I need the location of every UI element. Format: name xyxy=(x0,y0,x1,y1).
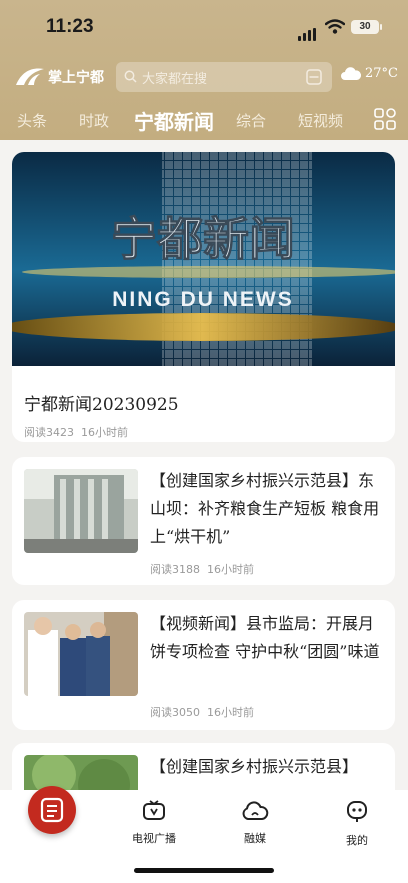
publish-time: 16小时前 xyxy=(81,426,128,439)
app-header: 11:23 30 掌上宁都 大家都在搜 27°C 头条 时政 宁都新闻 综合 短… xyxy=(0,0,408,140)
news-thumbnail xyxy=(24,469,138,553)
hero-title: 宁都新闻20230925 xyxy=(24,395,179,415)
tab-politics[interactable]: 时政 xyxy=(79,110,109,131)
home-button[interactable] xyxy=(28,786,76,834)
profile-icon xyxy=(347,801,367,822)
news-meta: 阅读3050 16小时前 xyxy=(150,704,254,720)
hero-caption-en: NING DU NEWS xyxy=(112,288,294,311)
list-item[interactable]: 【创建国家乡村振兴示范县】 xyxy=(12,743,395,790)
publish-time: 16小时前 xyxy=(207,563,254,576)
channel-tabs: 头条 时政 宁都新闻 综合 短视频 xyxy=(0,104,408,138)
logo-text: 掌上宁都 xyxy=(48,70,104,86)
tv-icon xyxy=(143,800,165,820)
read-count: 阅读3188 xyxy=(150,563,200,576)
app-logo[interactable]: 掌上宁都 xyxy=(14,64,104,90)
nav-media[interactable]: 融媒 xyxy=(225,800,285,846)
publish-time: 16小时前 xyxy=(207,706,254,719)
read-count: 阅读3050 xyxy=(150,706,200,719)
cloud-icon xyxy=(242,801,269,820)
news-thumbnail xyxy=(24,612,138,696)
nav-tv-radio[interactable]: 电视广播 xyxy=(124,800,184,846)
nav-profile[interactable]: 我的 xyxy=(327,800,387,848)
hero-news-card[interactable]: 宁都新闻 NING DU NEWS 宁都新闻20230925 阅读3423 16… xyxy=(12,152,395,442)
search-input[interactable]: 大家都在搜 xyxy=(116,62,332,92)
nav-label: 我的 xyxy=(346,834,368,847)
wifi-icon xyxy=(324,19,346,38)
logo-mark-icon xyxy=(16,68,44,85)
cloud-icon xyxy=(341,67,362,80)
scan-icon[interactable] xyxy=(306,69,322,85)
home-news-icon xyxy=(40,797,64,823)
signal-icon xyxy=(298,22,318,41)
nav-label: 电视广播 xyxy=(132,832,176,845)
list-item[interactable]: 【创建国家乡村振兴示范县】东山坝：补齐粮食生产短板 粮食用上“烘干机” 阅读31… xyxy=(12,457,395,585)
channel-grid-icon[interactable] xyxy=(374,108,396,130)
news-thumbnail xyxy=(24,755,138,790)
news-title: 【创建国家乡村振兴示范县】 xyxy=(150,757,359,776)
home-indicator xyxy=(134,868,274,873)
battery-icon: 30 xyxy=(351,20,382,34)
news-feed: 宁都新闻 NING DU NEWS 宁都新闻20230925 阅读3423 16… xyxy=(0,140,408,790)
list-item[interactable]: 【视频新闻】县市监局：开展月饼专项检查 守护中秋“团圆”味道 阅读3050 16… xyxy=(12,600,395,730)
status-bar: 11:23 30 xyxy=(0,0,408,54)
search-icon xyxy=(124,70,137,83)
news-title: 【视频新闻】县市监局：开展月饼专项检查 守护中秋“团圆”味道 xyxy=(150,614,380,661)
hero-meta: 阅读3423 16小时前 xyxy=(24,424,128,440)
tab-headline[interactable]: 头条 xyxy=(17,110,47,131)
tab-ningdu-news[interactable]: 宁都新闻 xyxy=(134,106,214,135)
tab-short-video[interactable]: 短视频 xyxy=(298,110,343,131)
search-placeholder: 大家都在搜 xyxy=(142,72,208,87)
news-title: 【创建国家乡村振兴示范县】东山坝：补齐粮食生产短板 粮食用上“烘干机” xyxy=(150,471,380,546)
hero-caption-cn: 宁都新闻 xyxy=(111,212,295,266)
status-time: 11:23 xyxy=(46,16,94,37)
read-count: 阅读3423 xyxy=(24,426,74,439)
tab-general[interactable]: 综合 xyxy=(236,110,266,131)
news-meta: 阅读3188 16小时前 xyxy=(150,561,254,577)
temperature: 27°C xyxy=(365,66,398,81)
weather-widget[interactable]: 27°C xyxy=(340,66,398,81)
nav-label: 融媒 xyxy=(244,832,266,845)
hero-image: 宁都新闻 NING DU NEWS xyxy=(12,152,395,366)
